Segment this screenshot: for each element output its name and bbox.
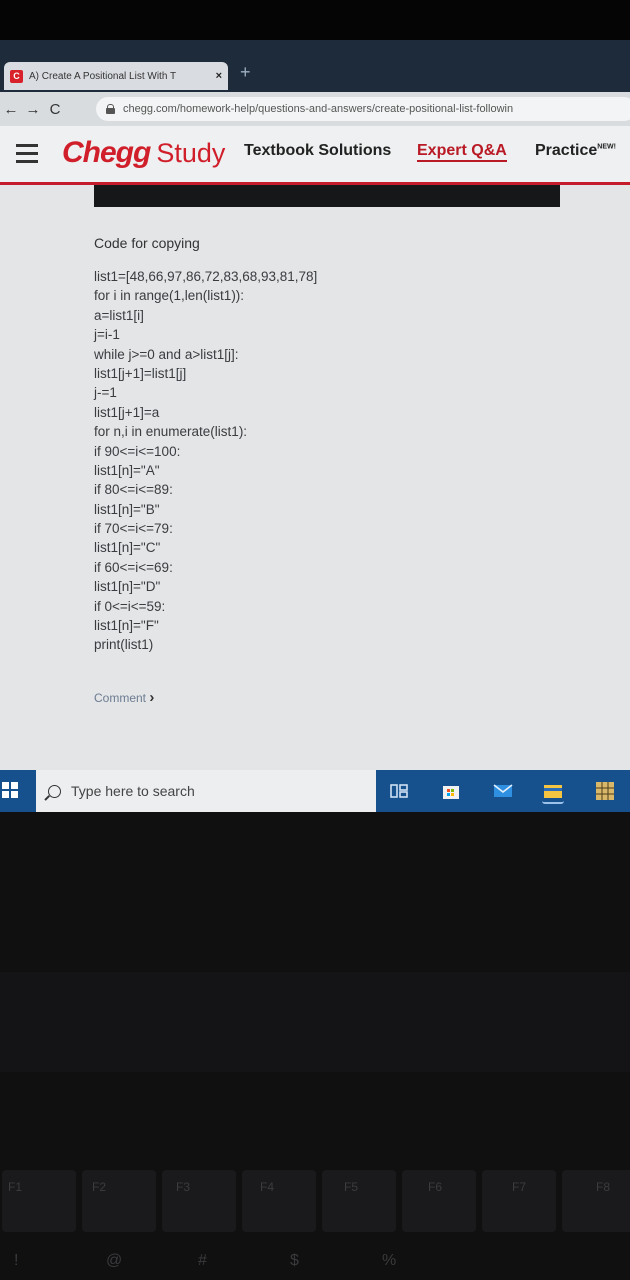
symbol-key-label: $ — [290, 1252, 299, 1269]
app-grid-icon[interactable] — [594, 780, 616, 802]
windows-start-icon[interactable] — [2, 782, 18, 798]
code-line: if 0<=i<=59: — [94, 598, 166, 614]
address-bar[interactable]: chegg.com/homework-help/questions-and-an… — [96, 97, 630, 121]
logo-chegg-text: Chegg — [62, 136, 151, 169]
back-arrow-icon[interactable]: ← — [0, 101, 22, 118]
search-icon — [48, 784, 61, 798]
nav-textbook-solutions[interactable]: Textbook Solutions — [244, 142, 391, 160]
comment-label: Comment — [94, 691, 147, 705]
store-icon[interactable] — [440, 780, 462, 802]
chevron-right-icon: › — [149, 689, 155, 706]
answer-panel: Code for copying list1=[48,66,97,86,72,8… — [0, 185, 630, 770]
key-cap — [162, 1170, 236, 1232]
lock-icon — [106, 104, 115, 114]
key-cap — [322, 1170, 396, 1232]
function-key-label: F3 — [176, 1180, 191, 1194]
laptop-bezel — [0, 0, 630, 44]
answer-image-bar — [94, 185, 560, 207]
browser-toolbar: ← → C chegg.com/homework-help/questions-… — [0, 92, 630, 126]
new-tab-button[interactable]: + — [240, 62, 251, 83]
code-line: print(list1) — [94, 637, 154, 653]
search-placeholder: Type here to search — [71, 783, 195, 799]
tab-title: A) Create A Positional List With T — [29, 70, 177, 82]
function-key-label: F2 — [92, 1180, 107, 1194]
nav-practice[interactable]: PracticeNEW! — [535, 142, 616, 160]
function-key-label: F7 — [512, 1180, 527, 1194]
task-view-icon[interactable] — [388, 780, 410, 802]
comment-link[interactable]: Comment › — [94, 689, 154, 706]
keyboard-deck — [0, 972, 630, 1072]
symbol-key-label: ! — [14, 1252, 19, 1269]
reload-icon[interactable]: C — [44, 101, 66, 118]
code-line: for i in range(1,len(list1)): — [94, 288, 245, 304]
symbol-key-label: % — [382, 1252, 397, 1269]
new-badge: NEW! — [597, 143, 616, 151]
code-line: list1=[48,66,97,86,72,83,68,93,81,78] — [94, 269, 318, 284]
code-line: j-=1 — [94, 385, 117, 401]
code-line: list1[n]="B" — [94, 501, 160, 517]
function-key-label: F4 — [260, 1180, 275, 1194]
close-tab-icon[interactable]: × — [216, 70, 222, 82]
function-key-label: F1 — [8, 1180, 23, 1194]
nav-practice-label: Practice — [535, 142, 598, 159]
code-line: if 70<=i<=79: — [94, 521, 173, 537]
laptop-screen: C A) Create A Positional List With T × +… — [0, 40, 630, 812]
forward-arrow-icon[interactable]: → — [22, 101, 44, 118]
code-line: list1[n]="A" — [94, 462, 160, 478]
code-heading: Code for copying — [94, 235, 200, 251]
code-line: a=list1[i] — [94, 307, 144, 323]
browser-tab-strip: C A) Create A Positional List With T × + — [0, 40, 630, 92]
code-line: list1[n]="F" — [94, 618, 159, 634]
code-block: list1=[48,66,97,86,72,83,68,93,81,78] for… — [94, 267, 534, 655]
symbol-key-label: # — [198, 1252, 207, 1269]
nav-expert-qa[interactable]: Expert Q&A — [417, 142, 507, 162]
code-line: if 90<=i<=100: — [94, 443, 181, 459]
code-line: while j>=0 and a>list1[j]: — [94, 346, 239, 362]
symbol-key-label: @ — [106, 1252, 123, 1269]
code-line: for n,i in enumerate(list1): — [94, 424, 248, 440]
logo-study-text: Study — [156, 138, 226, 168]
function-key-label: F6 — [428, 1180, 443, 1194]
function-key-label: F8 — [596, 1180, 611, 1194]
code-line: list1[n]="D" — [94, 579, 161, 595]
code-line: j=i-1 — [94, 327, 120, 343]
file-explorer-icon[interactable] — [542, 780, 564, 804]
mail-icon[interactable] — [492, 780, 514, 802]
code-line: list1[n]="C" — [94, 540, 161, 556]
hamburger-menu-icon[interactable] — [16, 144, 38, 168]
chegg-favicon-icon: C — [10, 69, 23, 83]
code-line: list1[j+1]=a — [94, 404, 160, 420]
browser-tab[interactable]: C A) Create A Positional List With T × — [4, 62, 228, 90]
site-header: Chegg Study Textbook Solutions Expert Q&… — [0, 126, 630, 185]
key-cap — [242, 1170, 316, 1232]
function-key-label: F5 — [344, 1180, 359, 1194]
taskbar-search-box[interactable]: Type here to search — [36, 770, 376, 812]
windows-taskbar: Type here to search — [0, 770, 630, 812]
chegg-study-logo[interactable]: Chegg Study — [62, 136, 225, 170]
url-text: chegg.com/homework-help/questions-and-an… — [123, 103, 514, 115]
code-line: if 80<=i<=89: — [94, 482, 173, 498]
code-line: list1[j+1]=list1[j] — [94, 365, 187, 381]
code-line: if 60<=i<=69: — [94, 559, 173, 575]
